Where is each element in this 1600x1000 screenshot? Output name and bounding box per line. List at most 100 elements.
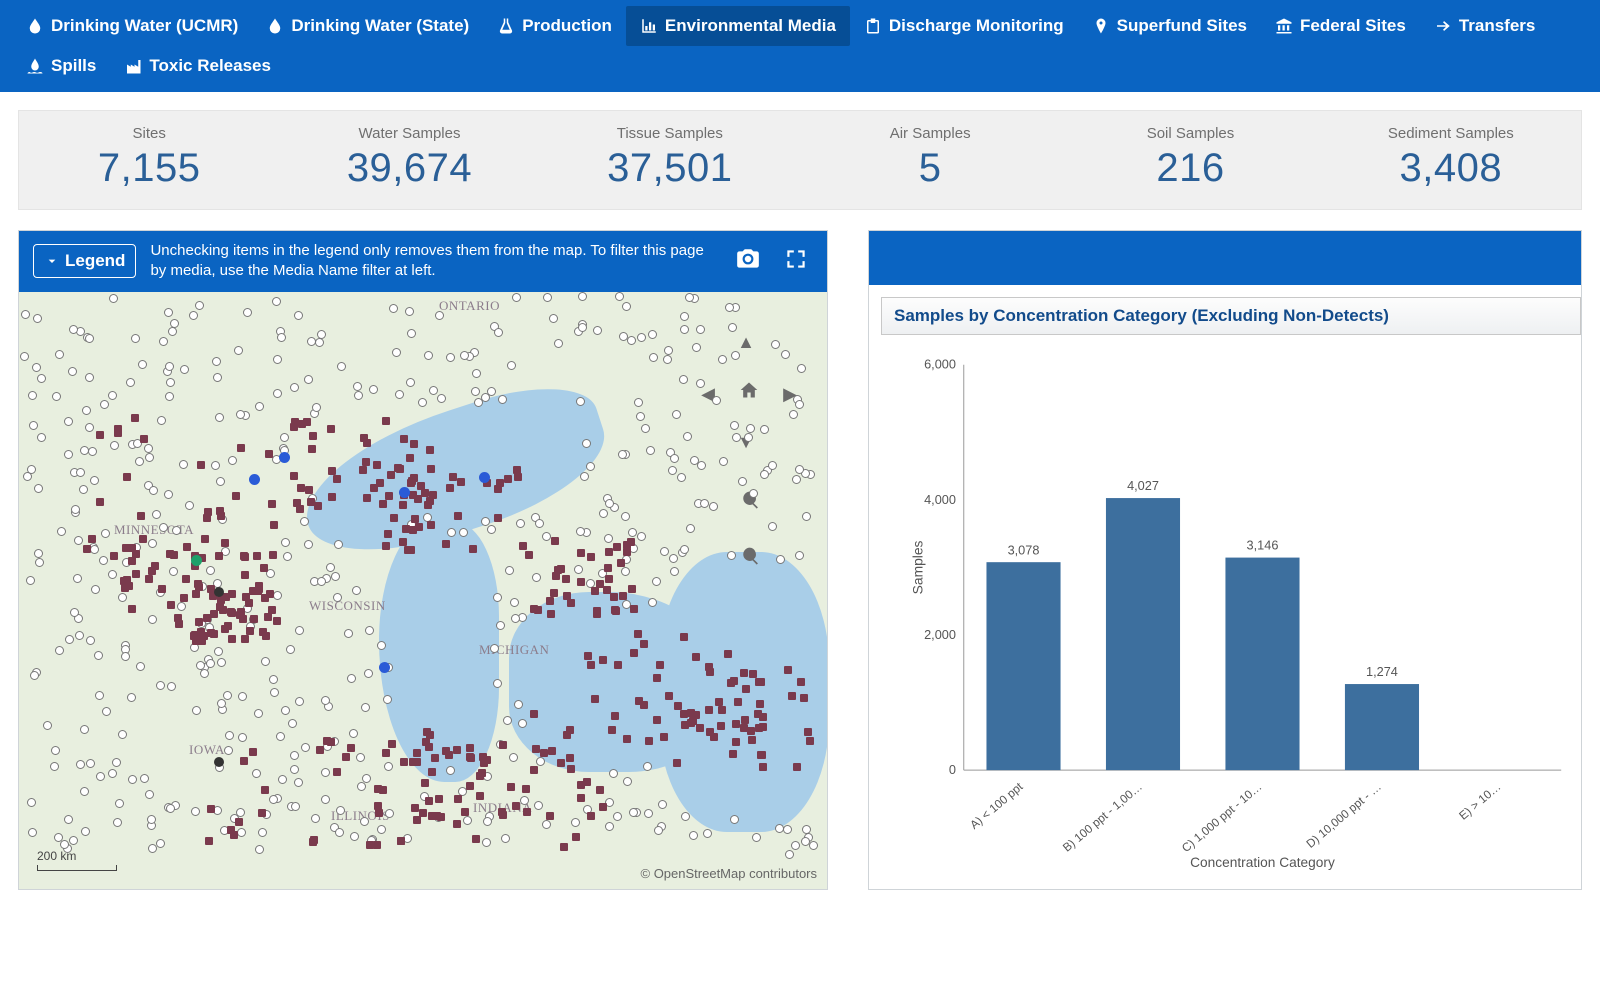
site-marker[interactable]	[75, 631, 84, 640]
site-marker[interactable]	[207, 805, 215, 813]
site-marker[interactable]	[311, 814, 320, 823]
site-marker[interactable]	[744, 433, 753, 442]
site-marker[interactable]	[587, 812, 595, 820]
site-marker[interactable]	[472, 835, 480, 843]
site-marker[interactable]	[530, 710, 538, 718]
site-marker[interactable]	[717, 722, 725, 730]
site-marker[interactable]	[194, 580, 202, 588]
site-marker[interactable]	[148, 567, 156, 575]
site-marker[interactable]	[461, 808, 469, 816]
site-marker[interactable]	[664, 346, 673, 355]
site-marker[interactable]	[705, 706, 713, 714]
site-marker[interactable]	[113, 818, 122, 827]
site-marker[interactable]	[64, 815, 73, 824]
site-marker[interactable]	[96, 431, 104, 439]
site-marker[interactable]	[442, 540, 450, 548]
site-marker[interactable]	[426, 446, 434, 454]
site-marker[interactable]	[354, 391, 363, 400]
site-marker[interactable]	[379, 662, 390, 673]
site-marker[interactable]	[724, 650, 732, 658]
site-marker[interactable]	[148, 615, 157, 624]
nav-tab-spills[interactable]: Spills	[12, 46, 110, 86]
site-marker[interactable]	[360, 817, 369, 826]
site-marker[interactable]	[791, 841, 800, 850]
site-marker[interactable]	[411, 804, 419, 812]
site-marker[interactable]	[76, 760, 85, 769]
site-marker[interactable]	[510, 598, 519, 607]
site-marker[interactable]	[732, 433, 741, 442]
site-marker[interactable]	[148, 539, 157, 548]
site-marker[interactable]	[658, 800, 667, 809]
site-marker[interactable]	[333, 768, 341, 776]
site-marker[interactable]	[425, 797, 433, 805]
site-marker[interactable]	[385, 809, 394, 818]
site-marker[interactable]	[227, 826, 235, 834]
site-marker[interactable]	[516, 519, 525, 528]
site-marker[interactable]	[172, 526, 181, 535]
zoom-out-button[interactable]	[741, 546, 761, 571]
site-marker[interactable]	[729, 750, 737, 758]
site-marker[interactable]	[692, 343, 701, 352]
site-marker[interactable]	[686, 524, 695, 533]
site-marker[interactable]	[793, 763, 801, 771]
site-marker[interactable]	[182, 575, 190, 583]
site-marker[interactable]	[264, 613, 272, 621]
site-marker[interactable]	[449, 473, 457, 481]
site-marker[interactable]	[255, 845, 264, 854]
site-marker[interactable]	[191, 807, 200, 816]
site-marker[interactable]	[435, 795, 443, 803]
site-marker[interactable]	[214, 757, 224, 767]
site-marker[interactable]	[453, 746, 461, 754]
site-marker[interactable]	[118, 593, 127, 602]
site-marker[interactable]	[407, 329, 416, 338]
site-marker[interactable]	[685, 293, 694, 302]
site-marker[interactable]	[550, 589, 558, 597]
site-marker[interactable]	[741, 716, 749, 724]
site-marker[interactable]	[619, 592, 627, 600]
site-marker[interactable]	[51, 746, 60, 755]
site-marker[interactable]	[157, 416, 166, 425]
site-marker[interactable]	[503, 716, 512, 725]
site-marker[interactable]	[499, 811, 507, 819]
fullscreen-button[interactable]	[779, 244, 813, 279]
site-marker[interactable]	[85, 423, 94, 432]
site-marker[interactable]	[197, 461, 205, 469]
site-marker[interactable]	[131, 334, 140, 343]
site-marker[interactable]	[435, 311, 444, 320]
site-marker[interactable]	[32, 363, 41, 372]
site-marker[interactable]	[327, 738, 335, 746]
site-marker[interactable]	[286, 645, 295, 654]
site-marker[interactable]	[480, 759, 488, 767]
site-marker[interactable]	[253, 552, 261, 560]
site-marker[interactable]	[294, 311, 303, 320]
site-marker[interactable]	[250, 615, 258, 623]
site-marker[interactable]	[64, 417, 73, 426]
site-marker[interactable]	[740, 669, 748, 677]
site-marker[interactable]	[596, 786, 604, 794]
site-marker[interactable]	[413, 749, 421, 757]
site-marker[interactable]	[214, 587, 224, 597]
site-marker[interactable]	[99, 556, 108, 565]
site-marker[interactable]	[262, 632, 270, 640]
site-marker[interactable]	[317, 577, 326, 586]
site-marker[interactable]	[126, 378, 135, 387]
site-marker[interactable]	[203, 614, 211, 622]
site-marker[interactable]	[278, 775, 287, 784]
site-marker[interactable]	[457, 478, 465, 486]
site-marker[interactable]	[614, 661, 622, 669]
site-marker[interactable]	[680, 325, 689, 334]
site-marker[interactable]	[238, 733, 247, 742]
site-marker[interactable]	[217, 699, 226, 708]
site-marker[interactable]	[392, 348, 401, 357]
site-marker[interactable]	[128, 605, 136, 613]
bar[interactable]	[986, 562, 1060, 770]
site-marker[interactable]	[525, 551, 533, 559]
site-marker[interactable]	[217, 596, 225, 604]
site-marker[interactable]	[85, 373, 94, 382]
site-marker[interactable]	[513, 466, 521, 474]
site-marker[interactable]	[96, 772, 105, 781]
site-marker[interactable]	[273, 355, 282, 364]
site-marker[interactable]	[656, 661, 664, 669]
site-marker[interactable]	[353, 382, 362, 391]
site-marker[interactable]	[246, 627, 254, 635]
